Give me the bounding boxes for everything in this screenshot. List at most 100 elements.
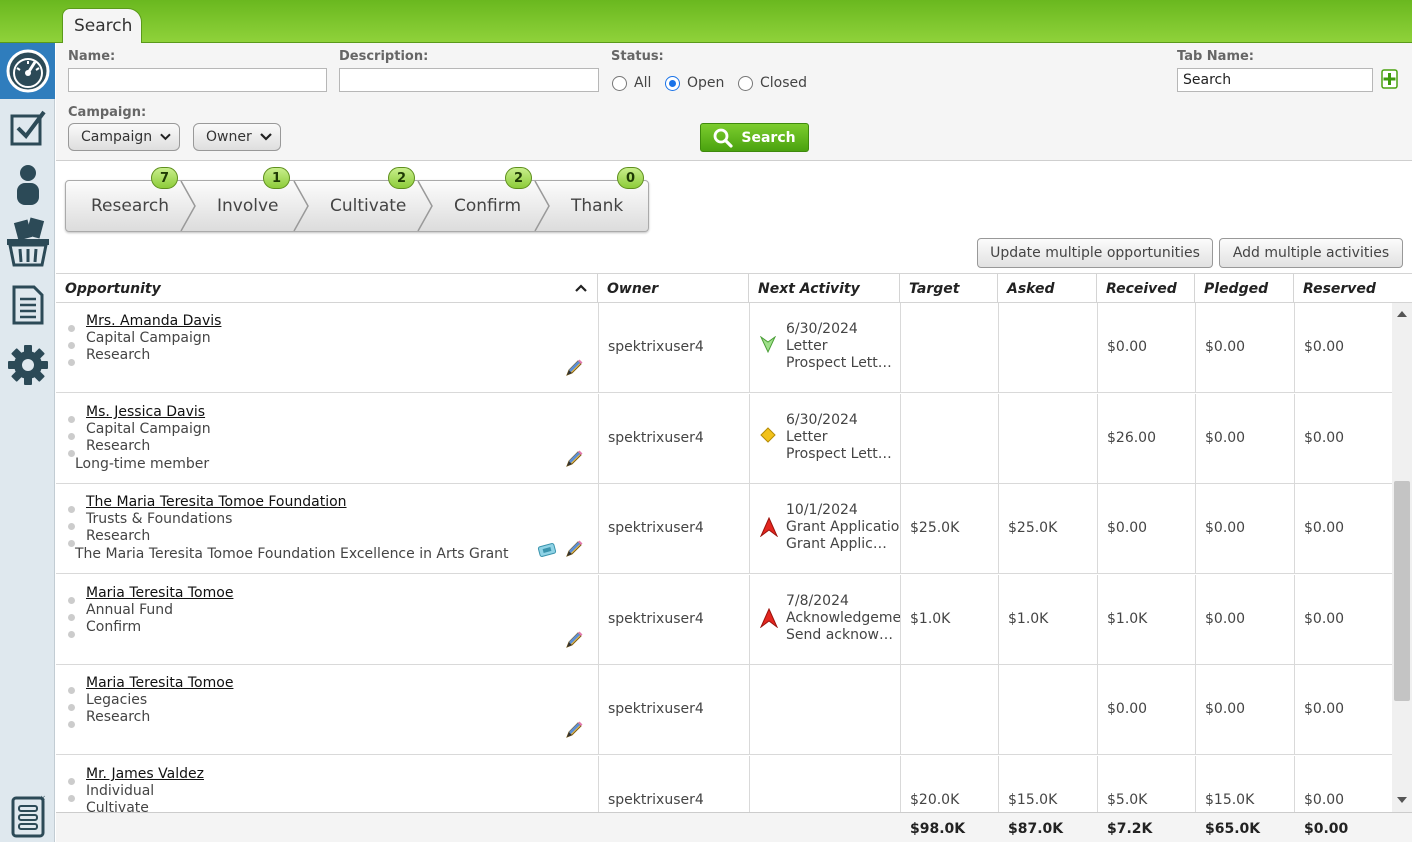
table-row[interactable]: Mrs. Amanda Davis Capital Campaign Researc… bbox=[56, 303, 1392, 393]
bullet-markers bbox=[68, 687, 77, 738]
yellow-diamond-icon bbox=[760, 427, 776, 447]
owner-value: spektrixuser4 bbox=[608, 701, 704, 717]
reserved-value: $0.00 bbox=[1304, 792, 1345, 808]
table-row[interactable]: Maria Teresita Tomoe Legacies Research spek… bbox=[56, 665, 1392, 755]
edit-pencil-icon[interactable] bbox=[564, 539, 584, 559]
opportunity-name-link[interactable]: Ms. Jessica Davis bbox=[86, 404, 205, 421]
opportunity-name-link[interactable]: Maria Teresita Tomoe bbox=[86, 585, 233, 602]
bullet-dot bbox=[68, 704, 75, 711]
opportunity-fund: Legacies bbox=[86, 692, 148, 708]
cell-target: $1.0K bbox=[901, 575, 999, 664]
cell-received: $1.0K bbox=[1098, 575, 1196, 664]
edit-pencil-icon[interactable] bbox=[564, 449, 584, 469]
opportunity-fund: Individual bbox=[86, 783, 155, 799]
cell-reserved: $0.00 bbox=[1295, 484, 1392, 573]
pledged-value: $0.00 bbox=[1205, 701, 1246, 717]
cell-received: $26.00 bbox=[1098, 394, 1196, 483]
bullet-markers bbox=[68, 325, 77, 376]
cell-reserved: $0.00 bbox=[1295, 665, 1392, 754]
opportunity-stage: Cultivate bbox=[86, 800, 149, 812]
bullet-dot bbox=[68, 778, 75, 785]
cell-asked bbox=[999, 665, 1098, 754]
target-value: $25.0K bbox=[910, 520, 960, 536]
received-value: $0.00 bbox=[1107, 339, 1148, 355]
table-row[interactable]: Ms. Jessica Davis Capital Campaign Researc… bbox=[56, 394, 1392, 484]
total-target: $98.0K bbox=[910, 821, 966, 837]
bullet-dot bbox=[68, 721, 75, 728]
target-value: $20.0K bbox=[910, 792, 960, 808]
owner-value: spektrixuser4 bbox=[608, 792, 704, 808]
cell-asked bbox=[999, 394, 1098, 483]
bullet-dot bbox=[68, 687, 75, 694]
scroll-down-icon[interactable] bbox=[1397, 797, 1407, 803]
scroll-up-icon[interactable] bbox=[1397, 311, 1407, 317]
reserved-value: $0.00 bbox=[1304, 520, 1345, 536]
opportunity-name-link[interactable]: Mr. James Valdez bbox=[86, 766, 204, 783]
total-pledged: $65.0K bbox=[1205, 821, 1261, 837]
red-arrow-up-icon bbox=[759, 607, 779, 632]
pledged-value: $0.00 bbox=[1205, 339, 1246, 355]
bullet-dot bbox=[68, 342, 75, 349]
table-row[interactable]: Mr. James Valdez Individual Cultivate spekt… bbox=[56, 756, 1392, 812]
cell-reserved: $0.00 bbox=[1295, 575, 1392, 664]
cell-next-activity[interactable]: 6/30/2024 Letter Prospect Lett… bbox=[750, 303, 901, 392]
activity-type: Grant Application bbox=[786, 519, 900, 535]
cell-next-activity[interactable]: 7/8/2024AcknowledgementSend acknow… bbox=[750, 575, 901, 664]
cell-opportunity: Mrs. Amanda Davis Capital Campaign Researc… bbox=[56, 303, 599, 392]
opportunity-fund: Capital Campaign bbox=[86, 330, 211, 346]
received-value: $0.00 bbox=[1107, 520, 1148, 536]
cell-opportunity: Mr. James Valdez Individual Cultivate bbox=[56, 756, 599, 812]
edit-pencil-icon[interactable] bbox=[564, 358, 584, 378]
bullet-dot bbox=[68, 506, 75, 513]
table-row[interactable]: The Maria Teresita Tomoe Foundation Trust… bbox=[56, 484, 1392, 574]
cell-pledged: $0.00 bbox=[1196, 575, 1295, 664]
edit-pencil-icon[interactable] bbox=[564, 630, 584, 650]
activity-description: Send acknow… bbox=[786, 627, 893, 643]
activity-description: Prospect Lett… bbox=[786, 446, 892, 462]
opportunity-stage: Research bbox=[86, 438, 151, 454]
asked-value: $1.0K bbox=[1008, 611, 1049, 627]
bullet-markers bbox=[68, 597, 77, 648]
cell-target: $25.0K bbox=[901, 484, 999, 573]
cell-reserved: $0.00 bbox=[1295, 394, 1392, 483]
cell-asked: $25.0K bbox=[999, 484, 1098, 573]
cell-next-activity[interactable]: 6/30/2024 Letter Prospect Lett… bbox=[750, 394, 901, 483]
green-arrow-down-icon bbox=[759, 335, 777, 358]
cell-next-activity[interactable]: 10/1/2024 Grant Application Grant Applic… bbox=[750, 484, 901, 573]
bullet-dot bbox=[68, 450, 75, 457]
reserved-value: $0.00 bbox=[1304, 339, 1345, 355]
reserved-value: $0.00 bbox=[1304, 430, 1345, 446]
table-row[interactable]: Maria Teresita Tomoe Annual Fund Confirm sp… bbox=[56, 575, 1392, 665]
ticket-icon[interactable] bbox=[537, 540, 557, 560]
activity-type: Letter bbox=[786, 429, 828, 445]
bullet-dot bbox=[68, 597, 75, 604]
owner-value: spektrixuser4 bbox=[608, 611, 704, 627]
opportunity-name-link[interactable]: Maria Teresita Tomoe bbox=[86, 675, 233, 692]
cell-next-activity[interactable] bbox=[750, 665, 901, 754]
cell-pledged: $15.0K bbox=[1196, 756, 1295, 812]
cell-target bbox=[901, 303, 999, 392]
total-reserved: $0.00 bbox=[1304, 821, 1349, 837]
cell-owner: spektrixuser4 bbox=[599, 665, 750, 754]
edit-pencil-icon[interactable] bbox=[564, 720, 584, 740]
cell-owner: spektrixuser4 bbox=[599, 756, 750, 812]
cell-target: $20.0K bbox=[901, 756, 999, 812]
red-arrow-up-icon bbox=[759, 516, 779, 541]
received-value: $0.00 bbox=[1107, 701, 1148, 717]
owner-value: spektrixuser4 bbox=[608, 520, 704, 536]
cell-pledged: $0.00 bbox=[1196, 484, 1295, 573]
activity-date: 6/30/2024 bbox=[786, 321, 858, 337]
bullet-dot bbox=[68, 795, 75, 802]
scrollbar-thumb[interactable] bbox=[1394, 481, 1410, 701]
cell-next-activity[interactable] bbox=[750, 756, 901, 812]
cell-target bbox=[901, 665, 999, 754]
table-scrollbar[interactable] bbox=[1392, 303, 1412, 812]
received-value: $5.0K bbox=[1107, 792, 1148, 808]
opportunity-fund: Capital Campaign bbox=[86, 421, 211, 437]
opportunity-name-link[interactable]: Mrs. Amanda Davis bbox=[86, 313, 221, 330]
opportunity-name-link[interactable]: The Maria Teresita Tomoe Foundation bbox=[86, 494, 347, 511]
activity-date: 7/8/2024 bbox=[786, 593, 849, 609]
bullet-dot bbox=[68, 614, 75, 621]
cell-pledged: $0.00 bbox=[1196, 303, 1295, 392]
opportunity-stage: Confirm bbox=[86, 619, 142, 635]
